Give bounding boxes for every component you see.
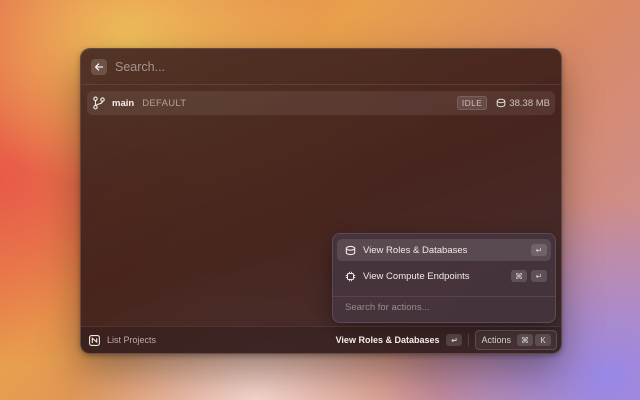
back-button[interactable] <box>91 58 107 75</box>
primary-action-button[interactable]: View Roles & Databases ↵ <box>336 334 463 346</box>
database-icon <box>497 98 506 108</box>
divider <box>468 334 470 346</box>
divider <box>333 296 555 297</box>
branch-name: main <box>112 97 135 109</box>
primary-action-label: View Roles & Databases <box>335 335 440 345</box>
action-label: View Compute Endpoints <box>363 270 470 282</box>
search-input[interactable] <box>113 58 517 75</box>
action-view-roles-databases[interactable]: View Roles & Databases ↵ <box>337 239 551 261</box>
search-bar <box>81 49 561 85</box>
neon-logo-icon <box>89 334 100 346</box>
arrow-left-icon <box>94 62 104 71</box>
command-palette-window: main DEFAULT IDLE 38.38 MB View Roles & … <box>80 48 562 354</box>
footer-bar: List Projects View Roles & Databases ↵ A… <box>81 326 561 353</box>
size-value: 38.38 MB <box>509 97 550 109</box>
enter-key: ↵ <box>531 244 547 256</box>
database-icon <box>344 244 356 256</box>
git-branch-icon <box>92 96 106 110</box>
branch-default-label: DEFAULT <box>142 97 187 109</box>
action-label: View Roles & Databases <box>363 244 468 256</box>
command-key: ⌘ <box>517 334 533 346</box>
actions-button[interactable]: Actions ⌘ K <box>475 330 557 350</box>
branch-size: 38.38 MB <box>496 98 550 109</box>
action-view-compute-endpoints[interactable]: View Compute Endpoints ⌘ ↵ <box>337 265 551 287</box>
navigation-title: List Projects <box>107 335 157 345</box>
enter-key: ↵ <box>531 270 547 282</box>
action-search-input[interactable] <box>343 301 547 314</box>
branch-list-item[interactable]: main DEFAULT IDLE 38.38 MB <box>87 91 555 115</box>
status-badge: IDLE <box>456 96 488 110</box>
enter-key: ↵ <box>446 334 463 346</box>
chip-icon <box>344 270 356 282</box>
actions-label: Actions <box>481 335 511 345</box>
actions-panel: View Roles & Databases ↵ View Compute En… <box>332 233 556 323</box>
k-key: K <box>535 334 551 346</box>
command-key: ⌘ <box>511 270 527 282</box>
